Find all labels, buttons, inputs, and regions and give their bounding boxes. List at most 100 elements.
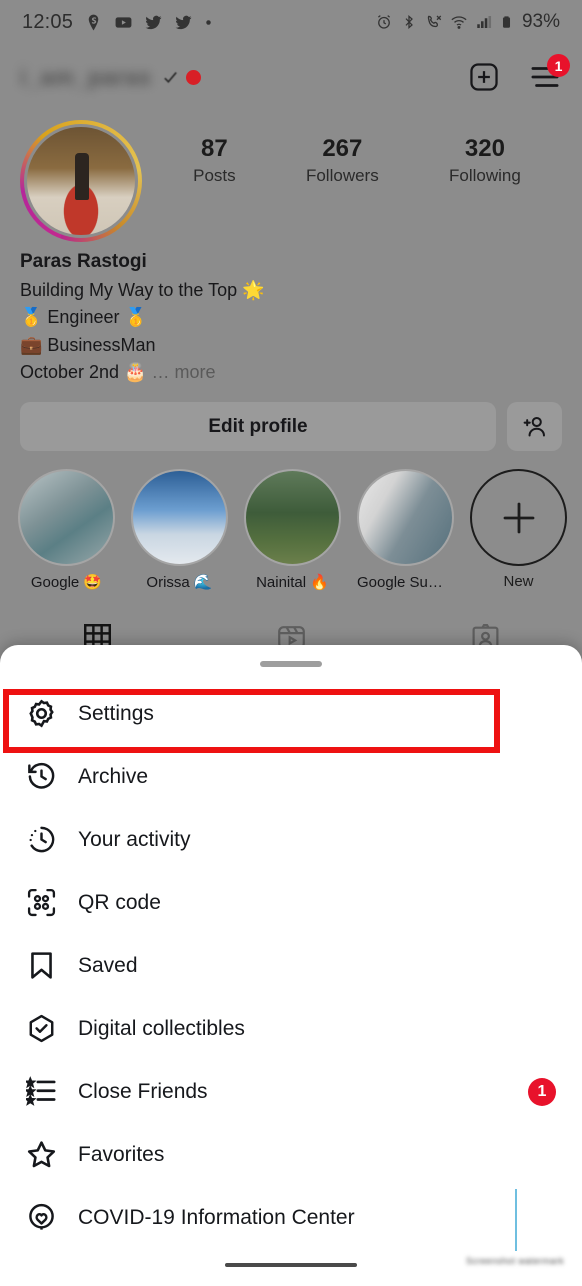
highlight-label: Orissa 🌊 [146, 574, 213, 592]
bio-more-link[interactable]: … more [152, 362, 216, 382]
battery-icon [502, 16, 510, 28]
avatar-inner [24, 124, 138, 238]
menu-item-settings[interactable]: Settings [0, 682, 582, 745]
avatar [27, 127, 135, 235]
add-person-icon[interactable] [507, 402, 562, 452]
battery-percent-label: 93% [521, 11, 560, 32]
highlight-cover [357, 469, 454, 567]
profile-stats: 87 Posts 267 Followers 320 Following [142, 120, 562, 186]
twitter-icon [175, 15, 192, 29]
dot-icon [206, 19, 211, 25]
bookmark-icon [22, 950, 60, 981]
settings-gear-icon [22, 698, 60, 729]
stat-following-label: Following [449, 166, 521, 185]
menu-list: Settings Archive Your activity QR code S… [0, 682, 582, 1249]
top-bar-actions: 1 [468, 54, 570, 93]
bio-line-1: Building My Way to the Top 🌟 [20, 279, 265, 300]
stat-following-value: 320 [464, 135, 505, 162]
menu-item-label: Settings [78, 701, 154, 725]
bluetooth-icon [405, 14, 413, 30]
drag-handle[interactable] [260, 660, 322, 667]
highlight-cover [244, 469, 341, 567]
story-highlights: Google 🤩 Orissa 🌊 Nainital 🔥 Google Summ… [0, 451, 582, 591]
highlight-cover [18, 469, 115, 567]
status-time: 12:05 [22, 10, 74, 33]
highlight-item[interactable]: Google 🤩 [18, 469, 115, 591]
menu-item-label: Saved [78, 953, 138, 977]
highlight-item[interactable]: Google Summit❤️ [357, 469, 454, 591]
menu-notification-badge: 1 [547, 54, 570, 77]
status-bar: 12:05 93% [0, 0, 582, 44]
avatar-story-ring[interactable] [20, 120, 142, 242]
bio-display-name: Paras Rastogi [20, 251, 147, 272]
plus-square-icon[interactable] [468, 61, 500, 93]
menu-item-qr-code[interactable]: QR code [0, 871, 582, 934]
nav-watermark-text: Screenshot watermark [465, 1256, 564, 1266]
menu-item-saved[interactable]: Saved [0, 934, 582, 997]
stat-followers[interactable]: 267 Followers [306, 134, 379, 186]
status-bar-right: 93% [375, 11, 560, 33]
highlight-add-cover [470, 469, 567, 567]
shield-check-icon [22, 1013, 60, 1044]
menu-item-close-friends[interactable]: Close Friends 1 [0, 1060, 582, 1123]
profile-top-bar: i_am_paras 1 [0, 44, 582, 110]
stat-posts[interactable]: 87 Posts [193, 134, 236, 186]
sheet-handle-area[interactable] [0, 645, 582, 682]
archive-clock-icon [22, 761, 60, 792]
menu-item-archive[interactable]: Archive [0, 745, 582, 808]
stat-followers-label: Followers [305, 166, 379, 185]
menu-item-favorites[interactable]: Favorites [0, 1123, 582, 1186]
alarm-icon [377, 15, 390, 29]
menu-item-label: Your activity [78, 827, 191, 851]
menu-item-label: Archive [78, 764, 149, 788]
profile-main: 87 Posts 267 Followers 320 Following [0, 110, 582, 242]
qr-code-icon [22, 887, 60, 918]
highlight-label: Google Summit❤️ [357, 574, 454, 592]
star-icon [22, 1139, 60, 1170]
verified-tick-icon [163, 71, 177, 83]
menu-item-label: Favorites [78, 1142, 165, 1166]
bio-line-3: 💼 BusinessMan [20, 334, 156, 355]
bio-line-2: 🥇 Engineer 🥇 [20, 307, 147, 328]
location-pin-icon [88, 14, 99, 30]
bio-line-4: October 2nd 🎂 … more [20, 359, 562, 386]
twitter-icon [145, 15, 162, 29]
profile-action-row: Edit profile [0, 386, 582, 452]
bio-line-4-text: October 2nd 🎂 [20, 361, 147, 382]
highlight-cover [131, 469, 228, 567]
highlight-label: New [503, 573, 534, 591]
covid-heart-icon [22, 1202, 60, 1233]
wifi-icon [451, 16, 467, 29]
plus-icon [503, 502, 534, 534]
home-indicator[interactable] [225, 1263, 357, 1267]
highlight-item[interactable]: Orissa 🌊 [131, 469, 228, 591]
text-cursor [515, 1189, 517, 1251]
bottom-nav-bar: Screenshot watermark [0, 1189, 582, 1286]
call-mute-icon [427, 15, 442, 28]
stat-following[interactable]: 320 Following [449, 134, 521, 186]
stat-posts-value: 87 [201, 135, 228, 162]
your-activity-icon [22, 824, 60, 855]
menu-item-label: Digital collectibles [78, 1016, 245, 1040]
new-highlight-button[interactable]: New [470, 469, 567, 591]
profile-username[interactable]: i_am_paras [20, 64, 152, 91]
youtube-icon [115, 16, 132, 28]
menu-item-covid-info[interactable]: COVID-19 Information Center [0, 1186, 582, 1249]
menu-item-digital-collectibles[interactable]: Digital collectibles [0, 997, 582, 1060]
highlight-label: Nainital 🔥 [256, 574, 329, 592]
status-dot [185, 69, 201, 85]
highlight-item[interactable]: Nainital 🔥 [244, 469, 341, 591]
highlight-label: Google 🤩 [30, 574, 103, 592]
stat-posts-label: Posts [193, 166, 236, 185]
stat-followers-value: 267 [322, 135, 363, 162]
menu-item-label: COVID-19 Information Center [78, 1205, 355, 1229]
profile-menu-sheet: Settings Archive Your activity QR code S… [0, 645, 582, 1286]
menu-item-your-activity[interactable]: Your activity [0, 808, 582, 871]
star-list-icon [22, 1076, 60, 1107]
menu-item-label: Close Friends [78, 1079, 208, 1103]
edit-profile-button[interactable]: Edit profile [20, 402, 496, 452]
menu-item-label: QR code [78, 890, 161, 914]
status-bar-left: 12:05 [22, 11, 213, 34]
profile-bio: Paras Rastogi Building My Way to the Top… [0, 242, 582, 386]
cellular-signal-icon [477, 16, 492, 28]
